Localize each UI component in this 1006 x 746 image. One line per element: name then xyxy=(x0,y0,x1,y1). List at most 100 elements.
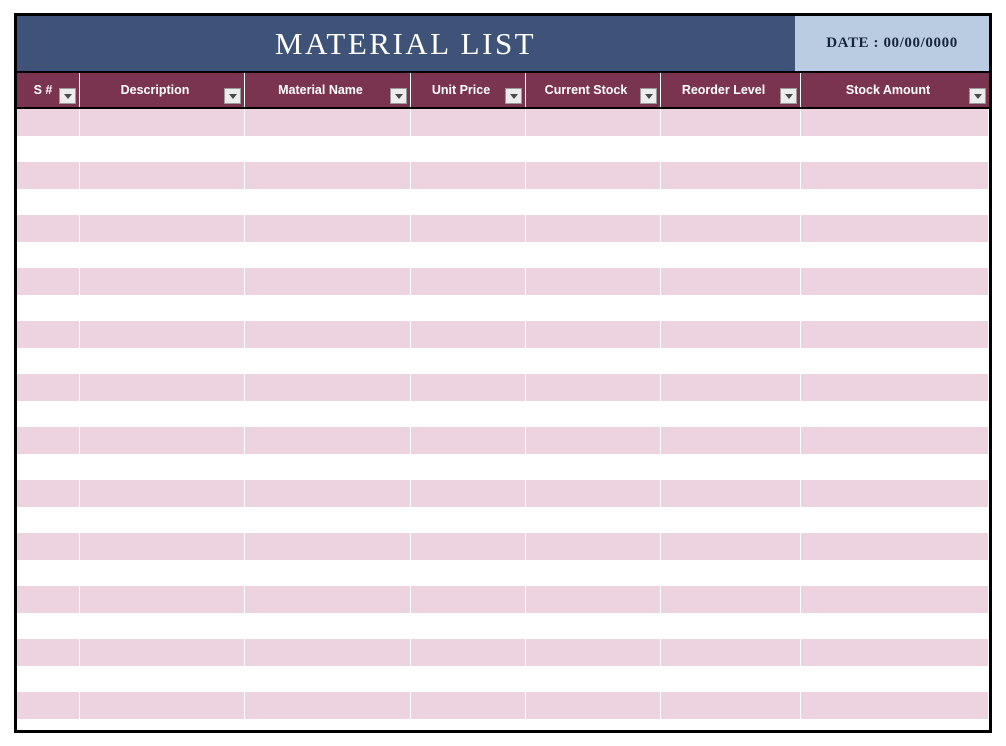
table-cell[interactable] xyxy=(80,294,245,321)
chevron-down-icon[interactable] xyxy=(59,88,76,104)
table-cell[interactable] xyxy=(17,586,80,613)
table-cell[interactable] xyxy=(526,109,661,136)
table-cell[interactable] xyxy=(80,480,245,507)
table-cell[interactable] xyxy=(80,586,245,613)
table-cell[interactable] xyxy=(661,612,801,639)
table-cell[interactable] xyxy=(411,135,526,162)
table-cell[interactable] xyxy=(80,427,245,454)
table-cell[interactable] xyxy=(411,215,526,242)
table-cell[interactable] xyxy=(245,188,411,215)
table-cell[interactable] xyxy=(245,109,411,136)
table-cell[interactable] xyxy=(801,586,989,613)
table-cell[interactable] xyxy=(411,639,526,666)
table-cell[interactable] xyxy=(17,427,80,454)
table-cell[interactable] xyxy=(17,347,80,374)
table-cell[interactable] xyxy=(801,506,989,533)
table-cell[interactable] xyxy=(17,268,80,295)
table-cell[interactable] xyxy=(801,188,989,215)
chevron-down-icon[interactable] xyxy=(780,88,797,104)
table-cell[interactable] xyxy=(17,135,80,162)
table-cell[interactable] xyxy=(245,453,411,480)
table-cell[interactable] xyxy=(661,347,801,374)
table-cell[interactable] xyxy=(526,321,661,348)
table-cell[interactable] xyxy=(661,215,801,242)
table-cell[interactable] xyxy=(801,639,989,666)
table-cell[interactable] xyxy=(245,639,411,666)
table-cell[interactable] xyxy=(801,294,989,321)
table-cell[interactable] xyxy=(526,480,661,507)
table-cell[interactable] xyxy=(661,162,801,189)
table-cell[interactable] xyxy=(245,268,411,295)
table-cell[interactable] xyxy=(17,665,80,692)
table-cell[interactable] xyxy=(526,135,661,162)
table-cell[interactable] xyxy=(245,427,411,454)
table-cell[interactable] xyxy=(661,294,801,321)
table-cell[interactable] xyxy=(526,533,661,560)
table-cell[interactable] xyxy=(411,109,526,136)
table-cell[interactable] xyxy=(80,665,245,692)
table-cell[interactable] xyxy=(411,533,526,560)
table-cell[interactable] xyxy=(17,162,80,189)
chevron-down-icon[interactable] xyxy=(640,88,657,104)
table-cell[interactable] xyxy=(411,321,526,348)
table-cell[interactable] xyxy=(526,506,661,533)
table-cell[interactable] xyxy=(411,453,526,480)
table-cell[interactable] xyxy=(80,533,245,560)
table-cell[interactable] xyxy=(411,506,526,533)
table-cell[interactable] xyxy=(245,692,411,719)
table-cell[interactable] xyxy=(801,400,989,427)
table-cell[interactable] xyxy=(661,665,801,692)
table-cell[interactable] xyxy=(17,109,80,136)
table-cell[interactable] xyxy=(245,665,411,692)
chevron-down-icon[interactable] xyxy=(505,88,522,104)
table-cell[interactable] xyxy=(411,188,526,215)
table-cell[interactable] xyxy=(526,374,661,401)
table-cell[interactable] xyxy=(245,559,411,586)
table-cell[interactable] xyxy=(17,453,80,480)
table-cell[interactable] xyxy=(411,347,526,374)
table-cell[interactable] xyxy=(245,135,411,162)
table-cell[interactable] xyxy=(80,639,245,666)
table-cell[interactable] xyxy=(801,374,989,401)
table-cell[interactable] xyxy=(661,427,801,454)
table-cell[interactable] xyxy=(801,241,989,268)
table-cell[interactable] xyxy=(411,586,526,613)
chevron-down-icon[interactable] xyxy=(390,88,407,104)
table-cell[interactable] xyxy=(526,188,661,215)
table-cell[interactable] xyxy=(80,215,245,242)
table-cell[interactable] xyxy=(526,162,661,189)
table-cell[interactable] xyxy=(526,453,661,480)
table-cell[interactable] xyxy=(245,321,411,348)
table-cell[interactable] xyxy=(801,347,989,374)
table-cell[interactable] xyxy=(17,559,80,586)
table-cell[interactable] xyxy=(801,215,989,242)
table-cell[interactable] xyxy=(661,321,801,348)
table-cell[interactable] xyxy=(80,400,245,427)
table-cell[interactable] xyxy=(80,374,245,401)
table-cell[interactable] xyxy=(80,347,245,374)
table-cell[interactable] xyxy=(526,586,661,613)
table-cell[interactable] xyxy=(526,692,661,719)
table-cell[interactable] xyxy=(245,506,411,533)
table-cell[interactable] xyxy=(245,241,411,268)
table-cell[interactable] xyxy=(411,400,526,427)
table-cell[interactable] xyxy=(661,506,801,533)
table-cell[interactable] xyxy=(245,612,411,639)
table-cell[interactable] xyxy=(245,400,411,427)
table-cell[interactable] xyxy=(245,586,411,613)
table-cell[interactable] xyxy=(801,135,989,162)
table-cell[interactable] xyxy=(801,162,989,189)
table-cell[interactable] xyxy=(80,321,245,348)
table-cell[interactable] xyxy=(411,612,526,639)
table-cell[interactable] xyxy=(411,268,526,295)
table-cell[interactable] xyxy=(411,665,526,692)
table-cell[interactable] xyxy=(17,612,80,639)
table-cell[interactable] xyxy=(17,480,80,507)
table-cell[interactable] xyxy=(661,692,801,719)
table-cell[interactable] xyxy=(801,268,989,295)
table-cell[interactable] xyxy=(17,400,80,427)
table-cell[interactable] xyxy=(801,665,989,692)
table-cell[interactable] xyxy=(80,453,245,480)
table-cell[interactable] xyxy=(801,109,989,136)
table-cell[interactable] xyxy=(17,241,80,268)
